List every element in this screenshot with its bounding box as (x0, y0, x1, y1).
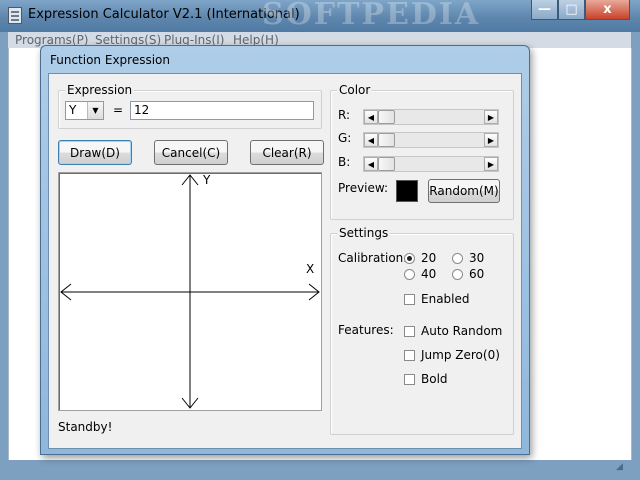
window-frame-left (0, 32, 8, 480)
expression-input[interactable]: 12 (130, 101, 314, 120)
enabled-checkbox[interactable]: Enabled (404, 292, 470, 306)
checkbox-icon (404, 373, 415, 385)
green-label: G: (338, 131, 352, 145)
graph-canvas[interactable]: Y X (58, 172, 322, 411)
jump-zero-label: Jump Zero(0) (421, 348, 500, 362)
calibration-radio-40[interactable]: 40 (404, 267, 436, 281)
blue-slider[interactable]: ◀ ▶ (363, 156, 499, 172)
auto-random-checkbox[interactable]: Auto Random (404, 324, 502, 338)
red-slider[interactable]: ◀ ▶ (363, 109, 499, 125)
red-slider-thumb[interactable] (378, 110, 395, 124)
expression-group: Expression Y ▼ = 12 (58, 83, 322, 129)
settings-group: Settings Calibration: 20 30 40 60 Enable… (330, 226, 514, 435)
bold-label: Bold (421, 372, 448, 386)
calibration-option-label: 40 (421, 267, 437, 281)
calibration-radio-30[interactable]: 30 (452, 251, 484, 265)
checkbox-icon (404, 349, 415, 361)
cancel-button[interactable]: Cancel(C) (154, 140, 228, 165)
scroll-left-icon[interactable]: ◀ (364, 157, 378, 171)
calibration-radio-20[interactable]: 20 (404, 251, 436, 265)
preview-label: Preview: (338, 181, 389, 195)
close-icon: x (603, 2, 612, 17)
cancel-button-label: Cancel(C) (161, 145, 221, 160)
green-slider[interactable]: ◀ ▶ (363, 132, 499, 148)
auto-random-label: Auto Random (421, 324, 503, 338)
expression-input-value: 12 (134, 103, 150, 117)
calibration-radio-60[interactable]: 60 (452, 267, 484, 281)
scroll-right-icon[interactable]: ▶ (484, 133, 498, 147)
minimize-button[interactable]: — (531, 0, 558, 20)
calibration-option-label: 20 (421, 251, 437, 265)
calibration-option-label: 30 (469, 251, 485, 265)
scroll-right-icon[interactable]: ▶ (484, 110, 498, 124)
calibration-option-label: 60 (469, 267, 485, 281)
variable-select-value: Y (69, 103, 77, 117)
color-group: Color R: ◀ ▶ G: ◀ ▶ B: ◀ ▶ Preview: Rand… (330, 83, 514, 220)
color-group-label: Color (337, 83, 373, 97)
random-button-label: Random(M) (429, 184, 499, 198)
close-button[interactable]: x (585, 0, 630, 20)
equals-sign: = (113, 103, 124, 117)
checkbox-icon (404, 293, 415, 305)
calibration-label: Calibration: (338, 251, 408, 265)
scroll-left-icon[interactable]: ◀ (364, 110, 378, 124)
radio-unselected-icon (452, 252, 463, 264)
radio-unselected-icon (452, 268, 463, 280)
checkbox-icon (404, 325, 415, 337)
y-axis-label: Y (203, 173, 211, 187)
calculator-app-icon (8, 7, 22, 24)
resize-grip-icon[interactable]: ◢ (616, 462, 626, 472)
axes-svg (60, 174, 320, 409)
window-frame-bottom (0, 460, 640, 480)
chevron-down-icon[interactable]: ▼ (87, 102, 103, 119)
radio-selected-icon (404, 252, 415, 264)
enabled-checkbox-label: Enabled (421, 292, 470, 306)
function-expression-dialog: Function Expression Expression Y ▼ = 12 … (40, 45, 530, 455)
red-label: R: (338, 108, 351, 122)
clear-button[interactable]: Clear(R) (250, 140, 324, 165)
scroll-right-icon[interactable]: ▶ (484, 157, 498, 171)
draw-button-label: Draw(D) (70, 145, 120, 160)
expression-group-label: Expression (65, 83, 135, 97)
maximize-icon: □ (565, 2, 578, 17)
minimize-icon: — (538, 2, 551, 17)
main-title-bar[interactable]: Expression Calculator V2.1 (Internationa… (0, 0, 640, 32)
color-preview-swatch (396, 180, 418, 202)
status-text: Standby! (58, 420, 113, 434)
green-slider-thumb[interactable] (378, 133, 395, 147)
features-label: Features: (338, 323, 394, 337)
clear-button-label: Clear(R) (262, 145, 312, 160)
x-axis-label: X (306, 262, 315, 276)
blue-label: B: (338, 155, 351, 169)
radio-unselected-icon (404, 268, 415, 280)
jump-zero-checkbox[interactable]: Jump Zero(0) (404, 348, 500, 362)
draw-button[interactable]: Draw(D) (58, 140, 132, 165)
maximize-button[interactable]: □ (558, 0, 585, 20)
variable-select[interactable]: Y ▼ (65, 101, 104, 120)
settings-group-label: Settings (337, 226, 391, 240)
watermark-text: SOFTPEDIA (262, 0, 481, 32)
dialog-title: Function Expression (50, 53, 170, 67)
window-frame-right (631, 32, 640, 480)
bold-checkbox[interactable]: Bold (404, 372, 448, 386)
random-button[interactable]: Random(M) (428, 179, 500, 203)
dialog-client: Expression Y ▼ = 12 Draw(D) Cancel(C) Cl… (48, 73, 522, 449)
main-window-title: Expression Calculator V2.1 (Internationa… (28, 7, 300, 22)
scroll-left-icon[interactable]: ◀ (364, 133, 378, 147)
blue-slider-thumb[interactable] (378, 157, 395, 171)
